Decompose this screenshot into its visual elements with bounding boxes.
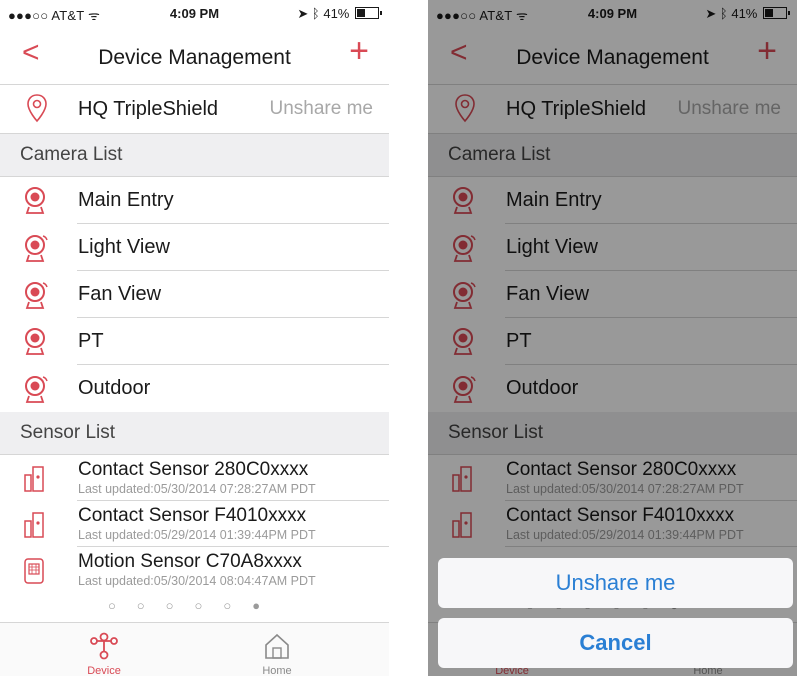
phone-screen-right: ●●●○○ AT&T ᯤ 4:09 PM ➤ ᛒ 41% < Device Ma…	[428, 0, 797, 676]
bluetooth-icon: ᛒ	[311, 6, 320, 21]
camera-row-outdoor[interactable]: Outdoor	[0, 365, 389, 412]
nav-bar: < Device Management +	[0, 26, 389, 85]
sensor-last-updated: Last updated:05/30/2014 08:04:47AM PDT	[78, 574, 316, 588]
phone-screen-left: ●●●○○ AT&T ᯤ 4:09 PM ➤ ᛒ 41% < Device Ma…	[0, 0, 389, 676]
sensor-name: Contact Sensor 280C0xxxx	[78, 459, 309, 480]
cancel-button[interactable]: Cancel	[438, 618, 793, 668]
tab-device-label: Device	[87, 665, 121, 676]
camera-row-pt[interactable]: PT	[0, 318, 389, 365]
page-indicator[interactable]: ○○○○○●	[0, 598, 389, 620]
contact-sensor-icon	[24, 466, 44, 492]
camera-name: PT	[78, 330, 104, 352]
sensor-row[interactable]: Contact Sensor 280C0xxxx Last updated:05…	[0, 455, 389, 501]
motion-sensor-icon	[24, 558, 44, 584]
sensor-last-updated: Last updated:05/29/2014 01:39:44PM PDT	[78, 528, 316, 542]
wireless-camera-icon	[25, 235, 48, 262]
battery-percent: 41%	[323, 6, 350, 21]
camera-name: Fan View	[78, 283, 162, 305]
sensor-name: Motion Sensor C70A8xxxx	[78, 551, 302, 572]
device-network-icon	[90, 632, 118, 660]
sensor-list-header: Sensor List	[0, 412, 389, 455]
sensor-row[interactable]: Motion Sensor C70A8xxxx Last updated:05/…	[0, 547, 389, 593]
camera-name: Main Entry	[78, 189, 174, 211]
camera-row-main-entry[interactable]: Main Entry	[0, 177, 389, 224]
sensor-row[interactable]: Contact Sensor F4010xxxx Last updated:05…	[0, 501, 389, 547]
sensor-name: Contact Sensor F4010xxxx	[78, 505, 307, 526]
camera-icon	[25, 187, 45, 214]
status-right: ➤ ᛒ 41%	[297, 6, 382, 22]
unshare-me-button[interactable]: Unshare me	[438, 558, 793, 608]
sensor-last-updated: Last updated:05/30/2014 07:28:27AM PDT	[78, 482, 316, 496]
hq-row[interactable]: HQ TripleShield Unshare me	[0, 85, 389, 134]
tab-bar: Device Home	[0, 622, 389, 676]
action-sheet: Unshare me Cancel	[438, 558, 793, 668]
camera-row-light-view[interactable]: Light View	[0, 224, 389, 271]
location-pin-icon	[27, 94, 47, 123]
camera-name: Outdoor	[78, 377, 151, 399]
camera-icon	[25, 328, 45, 355]
wireless-camera-icon	[25, 282, 48, 309]
home-icon	[265, 633, 289, 659]
battery-icon	[355, 7, 382, 19]
tab-home-label: Home	[262, 665, 292, 676]
camera-row-fan-view[interactable]: Fan View	[0, 271, 389, 318]
wireless-camera-icon	[25, 376, 48, 403]
camera-name: Light View	[78, 236, 170, 258]
tab-home[interactable]: Home	[217, 623, 337, 676]
camera-list-header: Camera List	[0, 134, 389, 177]
status-bar: ●●●○○ AT&T ᯤ 4:09 PM ➤ ᛒ 41%	[0, 0, 389, 26]
page-title: Device Management	[98, 46, 291, 69]
add-device-button[interactable]: +	[349, 34, 369, 68]
contact-sensor-icon	[24, 512, 44, 538]
unshare-me-link[interactable]: Unshare me	[270, 98, 374, 120]
location-icon: ➤	[297, 6, 309, 21]
hq-name: HQ TripleShield	[78, 98, 219, 120]
tab-device[interactable]: Device	[44, 623, 164, 676]
